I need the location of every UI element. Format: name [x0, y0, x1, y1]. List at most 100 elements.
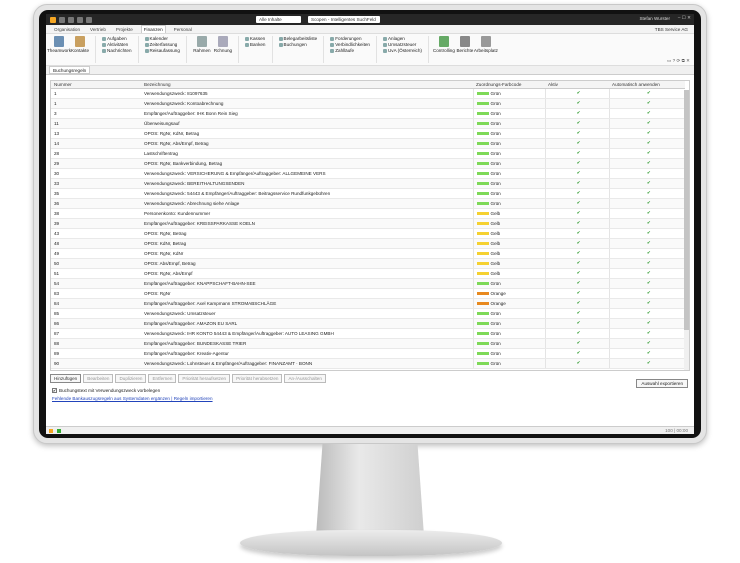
aktivitaeten-button[interactable]: Aktivitäten: [102, 42, 132, 47]
auto-apply-check[interactable]: ✔: [608, 148, 685, 159]
col-aktiv[interactable]: Aktiv: [545, 81, 609, 89]
forderungen-button[interactable]: Forderungen: [330, 36, 370, 41]
berichte-button[interactable]: Berichte: [456, 36, 474, 63]
prefill-checkbox[interactable]: ✔: [52, 388, 57, 393]
active-check[interactable]: ✔: [544, 228, 609, 239]
table-row[interactable]: 49 OPOS: RgNr, KdNr Gelb ✔ ✔: [51, 248, 685, 259]
col-farbcode[interactable]: Zuordnungs-Farbcode: [473, 81, 545, 89]
active-check[interactable]: ✔: [544, 338, 609, 349]
remove-button[interactable]: Entfernen: [148, 374, 177, 383]
tab-personal[interactable]: Personal: [172, 26, 194, 33]
col-nummer[interactable]: Nummer: [51, 81, 141, 89]
auto-apply-check[interactable]: ✔: [608, 158, 685, 169]
tab-finanzen[interactable]: Finanzen: [140, 25, 166, 33]
auto-apply-check[interactable]: ✔: [608, 128, 685, 139]
auto-apply-check[interactable]: ✔: [608, 348, 685, 359]
table-row[interactable]: 84 Empfänger/Auftraggeber: Axel Kampmann …: [51, 298, 685, 309]
active-check[interactable]: ✔: [544, 288, 609, 299]
auto-apply-check[interactable]: ✔: [608, 328, 685, 339]
table-row[interactable]: 33 Verwendungszweck: BEREITHALTUNGSENDEN G…: [51, 178, 685, 189]
auto-apply-check[interactable]: ✔: [608, 338, 685, 349]
auto-apply-check[interactable]: ✔: [608, 208, 685, 219]
tab-organisation[interactable]: Organisation: [52, 26, 82, 33]
uva-button[interactable]: UvA (Österreich): [382, 48, 422, 53]
auto-apply-check[interactable]: ✔: [608, 298, 685, 309]
auto-apply-check[interactable]: ✔: [608, 178, 685, 189]
active-check[interactable]: ✔: [544, 298, 609, 309]
table-row[interactable]: 89 Empfänger/Auftraggeber: Kreativ-Agentu…: [51, 348, 685, 359]
active-check[interactable]: ✔: [544, 308, 609, 319]
auto-apply-check[interactable]: ✔: [608, 168, 685, 179]
edit-button[interactable]: Bearbeiten: [83, 374, 114, 383]
auto-apply-check[interactable]: ✔: [608, 318, 685, 329]
auto-apply-check[interactable]: ✔: [608, 228, 685, 239]
rahmen-button[interactable]: Rahmen: [193, 36, 211, 63]
table-row[interactable]: 83 OPOS: RgNr Orange ✔ ✔: [51, 288, 685, 299]
active-check[interactable]: ✔: [544, 98, 609, 109]
table-row[interactable]: 29 OPOS: RgNr, Bankverbindung, Betrag Grün…: [51, 158, 685, 169]
auto-apply-check[interactable]: ✔: [608, 218, 685, 229]
auto-apply-check[interactable]: ✔: [608, 188, 685, 199]
smart-search-field[interactable]: Scopen - Intelligentes SuchFeld: [308, 16, 380, 23]
teamwork-button[interactable]: Theamwork: [47, 36, 71, 63]
scrollbar-thumb[interactable]: [684, 90, 689, 330]
active-check[interactable]: ✔: [544, 148, 609, 159]
col-bezeichnung[interactable]: Bezeichnung: [141, 81, 473, 89]
umsatzsteuer-button[interactable]: Umsatzsteuer: [382, 42, 422, 47]
table-row[interactable]: 90 Verwendungszweck: Lohnsteuer & Empfäng…: [51, 358, 685, 369]
toggle-button[interactable]: An-/Ausschalten: [284, 374, 326, 383]
active-check[interactable]: ✔: [544, 138, 609, 149]
active-check[interactable]: ✔: [544, 118, 609, 129]
table-row[interactable]: 14 OPOS: RgNr, Abs/Empf, Betrag Grün ✔ ✔: [51, 138, 685, 149]
auto-apply-check[interactable]: ✔: [608, 118, 685, 129]
table-row[interactable]: 35 Verwendungszweck: 54443 & Empfänger/Au…: [51, 188, 685, 199]
vertical-scrollbar[interactable]: [684, 90, 689, 370]
duplicate-button[interactable]: Duplizieren: [115, 374, 147, 383]
active-check[interactable]: ✔: [544, 318, 609, 329]
table-row[interactable]: 36 Verwendungszweck: Abrechnung siehe Anl…: [51, 198, 685, 209]
verbindlichkeiten-button[interactable]: Verbindlichkeiten: [330, 42, 370, 47]
auto-apply-check[interactable]: ✔: [608, 238, 685, 249]
aufgaben-button[interactable]: Aufgaben: [102, 36, 132, 41]
auto-apply-check[interactable]: ✔: [608, 288, 685, 299]
auto-apply-check[interactable]: ✔: [608, 278, 685, 289]
zeiterfassung-button[interactable]: Zeiterfassung: [144, 42, 180, 47]
banken-button[interactable]: Banken: [244, 42, 266, 47]
auto-apply-check[interactable]: ✔: [608, 248, 685, 259]
tab-vertrieb[interactable]: Vertrieb: [88, 26, 108, 33]
auto-apply-check[interactable]: ✔: [608, 108, 685, 119]
table-row[interactable]: 50 OPOS: Abs/Empf, Betrag Gelb ✔ ✔: [51, 258, 685, 269]
active-check[interactable]: ✔: [544, 258, 609, 269]
auto-apply-check[interactable]: ✔: [608, 358, 685, 369]
active-check[interactable]: ✔: [544, 238, 609, 249]
buchungen-button[interactable]: Buchungen: [278, 42, 318, 47]
active-check[interactable]: ✔: [544, 188, 609, 199]
active-check[interactable]: ✔: [544, 208, 609, 219]
active-check[interactable]: ✔: [544, 278, 609, 289]
active-check[interactable]: ✔: [544, 248, 609, 259]
arbeitsplatz-button[interactable]: Arbeitsplatz: [474, 36, 498, 63]
table-row[interactable]: 86 Empfänger/Auftraggeber: AMAZON EU SARL…: [51, 318, 685, 329]
save-icon[interactable]: [59, 16, 65, 23]
table-row[interactable]: 28 Lastschriftentrag Grün ✔ ✔: [51, 148, 685, 159]
table-row[interactable]: 30 Verwendungszweck: VERSICHERUNG & Empfä…: [51, 168, 685, 179]
camera-icon[interactable]: [86, 16, 92, 23]
anlagen-button[interactable]: Anlagen: [382, 36, 422, 41]
table-row[interactable]: 3 Empfänger/Auftraggeber: IHK Bonn Rein S…: [51, 108, 685, 119]
table-row[interactable]: 43 OPOS: RgNr, Betrag Gelb ✔ ✔: [51, 228, 685, 239]
user-name[interactable]: Stefan Wurster: [639, 16, 670, 21]
priority-down-button[interactable]: Priorität herabsetzen: [232, 374, 283, 383]
auto-apply-check[interactable]: ✔: [608, 98, 685, 109]
active-check[interactable]: ✔: [544, 158, 609, 169]
auto-apply-check[interactable]: ✔: [608, 198, 685, 209]
window-controls[interactable]: – ☐ ✕: [678, 15, 691, 21]
table-row[interactable]: 48 OPOS: KdNr, Betrag Gelb ✔ ✔: [51, 238, 685, 249]
active-check[interactable]: ✔: [544, 348, 609, 359]
add-button[interactable]: Hinzufügen: [50, 374, 82, 383]
kassen-button[interactable]: Kassen: [244, 36, 266, 41]
tab-buchungsregeln[interactable]: Buchungsregeln: [49, 66, 91, 74]
nachrichten-button[interactable]: Nachrichten: [102, 48, 132, 53]
col-automatisch[interactable]: Automatisch anwenden: [609, 81, 685, 89]
table-row[interactable]: 51 OPOS: RgNr, Abs/Empf Gelb ✔ ✔: [51, 268, 685, 279]
table-row[interactable]: 88 Empfänger/Auftraggeber: BUNDESKASSE TR…: [51, 338, 685, 349]
